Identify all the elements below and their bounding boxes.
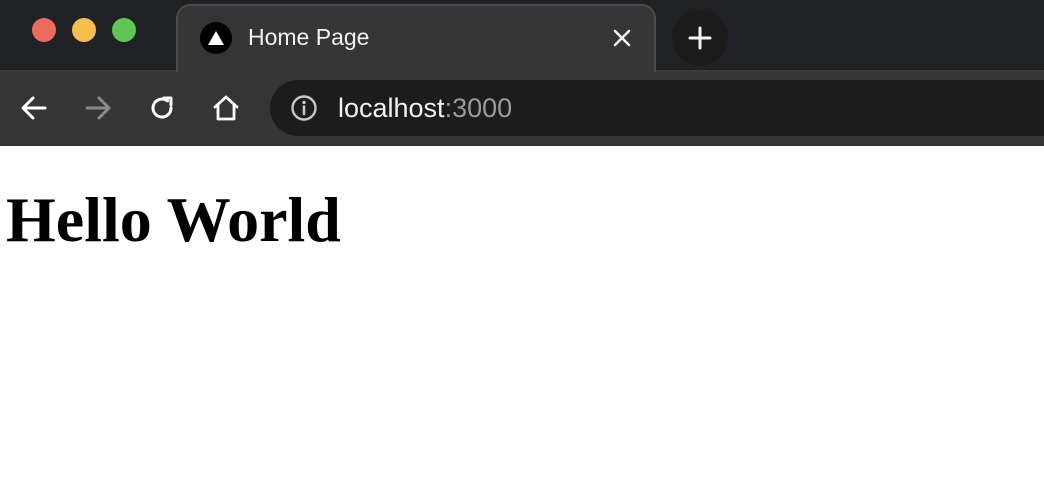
tab-home-page[interactable]: Home Page (176, 4, 656, 72)
url-text: localhost:3000 (338, 93, 512, 124)
tab-title: Home Page (248, 24, 370, 50)
close-icon[interactable] (610, 26, 634, 50)
back-button[interactable] (16, 90, 52, 126)
url-port: :3000 (444, 93, 513, 123)
browser-toolbar: localhost:3000 (0, 72, 1044, 146)
reload-icon (151, 96, 173, 119)
home-icon (213, 95, 239, 121)
triangle-logo-icon (200, 22, 232, 54)
url-host: localhost (338, 93, 445, 123)
page-viewport: Hello World (0, 146, 1044, 492)
arrow-left-icon (21, 96, 47, 120)
window-zoom-button[interactable] (112, 18, 136, 42)
address-bar[interactable]: localhost:3000 (270, 80, 1044, 136)
browser-titlebar: Home Page (0, 0, 1044, 72)
arrow-right-icon (85, 96, 111, 120)
plus-icon (688, 26, 712, 50)
forward-button[interactable] (80, 90, 116, 126)
info-icon[interactable] (290, 94, 318, 122)
window-close-button[interactable] (32, 18, 56, 42)
page-heading: Hello World (6, 184, 341, 255)
home-button[interactable] (208, 90, 244, 126)
reload-button[interactable] (144, 90, 180, 126)
window-minimize-button[interactable] (72, 18, 96, 42)
new-tab-button[interactable] (672, 10, 728, 66)
